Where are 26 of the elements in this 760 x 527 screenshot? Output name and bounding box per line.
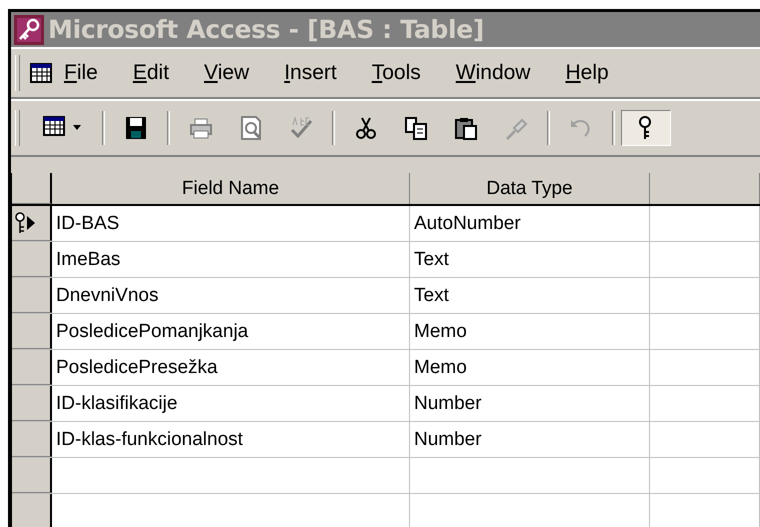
row-selector[interactable] xyxy=(12,278,52,313)
row-selector[interactable] xyxy=(12,206,52,241)
save-icon[interactable] xyxy=(124,116,148,140)
row-selector[interactable] xyxy=(12,242,52,277)
copy-icon[interactable] xyxy=(404,116,428,140)
window-title: Microsoft Access - [BAS : Table] xyxy=(48,15,484,44)
row-selector[interactable] xyxy=(12,494,52,527)
menu-item[interactable]: Edit xyxy=(132,61,170,85)
print-preview-icon[interactable] xyxy=(239,116,263,140)
app-key-icon xyxy=(14,14,44,44)
row-selector[interactable] xyxy=(12,422,52,457)
menu-item[interactable]: File xyxy=(64,61,98,85)
table-icon xyxy=(30,63,52,83)
menu-item[interactable]: Window xyxy=(456,61,530,85)
row-selector[interactable] xyxy=(12,386,52,421)
menu-item[interactable]: Help xyxy=(565,61,609,85)
clipboard-icon[interactable] xyxy=(454,116,478,140)
spelling-check-icon[interactable] xyxy=(289,116,313,140)
menu-item[interactable]: Tools xyxy=(372,61,421,85)
menu-item[interactable]: Insert xyxy=(284,61,337,85)
menu-item[interactable]: View xyxy=(204,61,250,85)
printer-icon[interactable] xyxy=(189,116,213,140)
row-selector[interactable] xyxy=(12,350,52,385)
row-selector[interactable] xyxy=(12,314,52,349)
row-selector[interactable] xyxy=(12,458,52,493)
scissors-icon[interactable] xyxy=(354,116,378,140)
